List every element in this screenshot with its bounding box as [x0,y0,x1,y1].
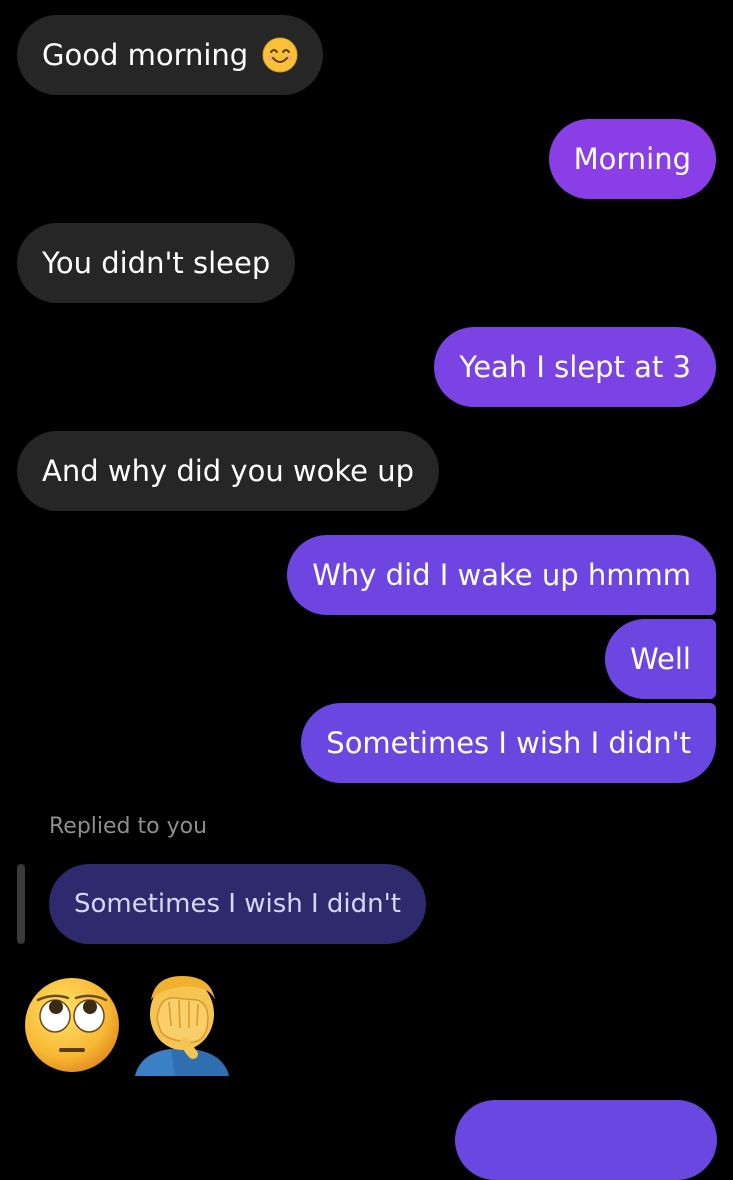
message-text: And why did you woke up [42,454,414,488]
message-text: Morning [573,142,691,176]
message-text: Yeah I slept at 3 [459,350,691,384]
message-bubble-outgoing[interactable]: Sometimes I wish I didn't [301,703,716,783]
reply-label: Replied to you [49,814,208,839]
quoted-message-text: Sometimes I wish I didn't [74,889,401,919]
message-text: Why did I wake up hmmm [312,558,691,592]
smiling-face-icon [262,37,298,73]
message-bubble-incoming[interactable]: You didn't sleep [17,223,296,303]
eye-roll-face-icon[interactable] [23,976,121,1074]
message-bubble-incoming[interactable]: And why did you woke up [17,431,439,511]
facepalm-person-icon[interactable] [131,970,233,1078]
reply-indicator-bar [17,864,25,944]
message-bubble-outgoing[interactable]: Morning [548,119,716,199]
message-bubble-outgoing[interactable]: Why did I wake up hmmm [287,535,716,615]
message-text: Sometimes I wish I didn't [326,726,691,760]
message-text: Well [630,642,691,676]
message-bubble-outgoing[interactable]: Well [605,619,716,699]
message-text: You didn't sleep [42,246,271,280]
message-bubble-incoming[interactable]: Good morning [17,15,324,95]
message-bubble-outgoing[interactable] [455,1100,717,1180]
message-text: Good morning [42,38,249,72]
quoted-message-bubble[interactable]: Sometimes I wish I didn't [49,864,426,944]
message-bubble-outgoing[interactable]: Yeah I slept at 3 [434,327,716,407]
